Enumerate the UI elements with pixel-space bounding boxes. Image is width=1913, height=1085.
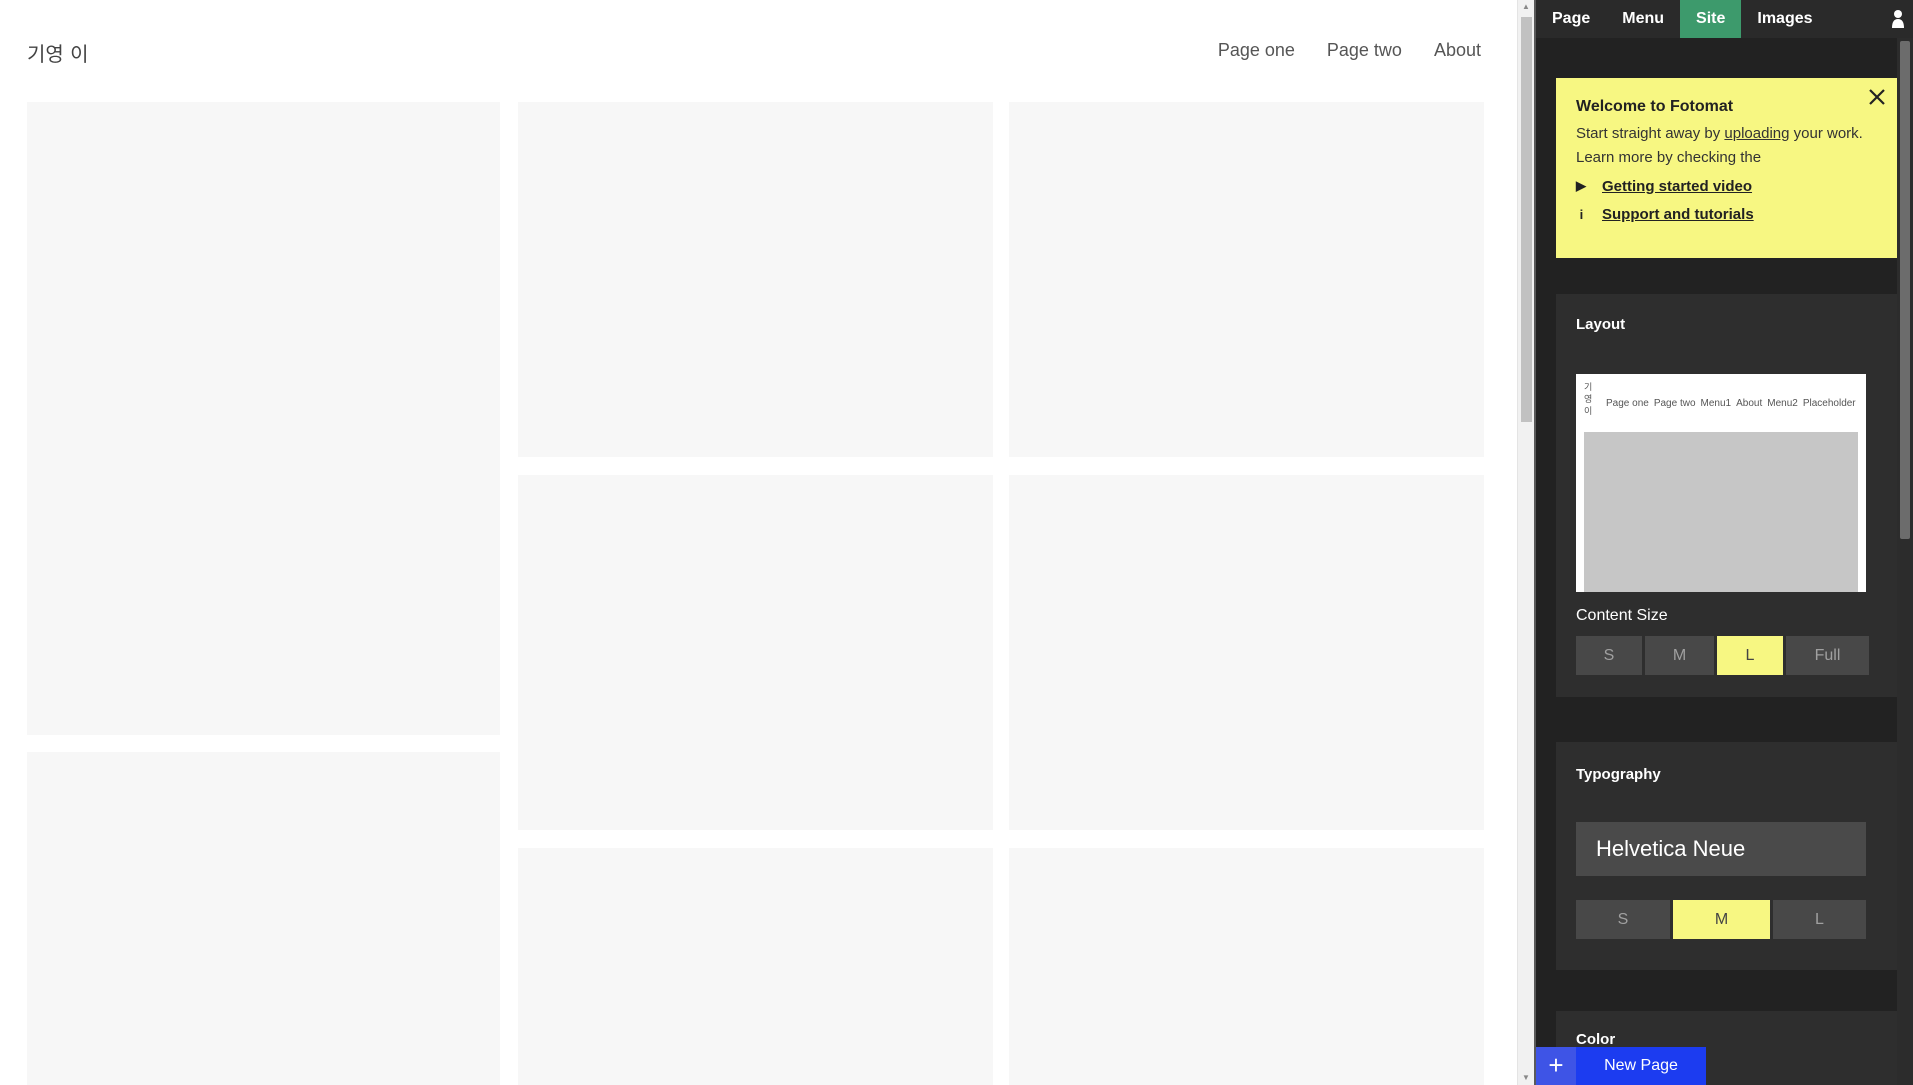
new-page-bar: + New Page bbox=[1536, 1047, 1706, 1085]
image-placeholder[interactable] bbox=[1009, 475, 1484, 830]
scroll-up-icon[interactable]: ▲ bbox=[1522, 3, 1530, 11]
site-preview: 기영 이 Page one Page two About bbox=[0, 0, 1517, 1085]
layout-preview[interactable]: 기 영 이 Page one Page two Menu1 About Menu… bbox=[1576, 374, 1866, 592]
uploading-link[interactable]: uploading bbox=[1724, 125, 1789, 142]
site-title[interactable]: 기영 이 bbox=[27, 38, 89, 67]
nav-link-about[interactable]: About bbox=[1434, 40, 1481, 61]
tab-menu[interactable]: Menu bbox=[1606, 0, 1680, 38]
nav-link-page-one[interactable]: Page one bbox=[1218, 40, 1295, 61]
layout-panel: Layout 기 영 이 Page one Page two Menu1 Abo… bbox=[1556, 294, 1897, 697]
image-placeholder[interactable] bbox=[1009, 102, 1484, 457]
font-size-l[interactable]: L bbox=[1773, 900, 1866, 939]
image-placeholder[interactable] bbox=[518, 848, 993, 1085]
content-size-selector: S M L Full bbox=[1576, 636, 1869, 675]
layout-preview-title: 기 영 이 bbox=[1584, 383, 1593, 417]
color-title: Color bbox=[1576, 1031, 1616, 1048]
content-size-s[interactable]: S bbox=[1576, 636, 1642, 675]
image-placeholder[interactable] bbox=[518, 475, 993, 830]
new-page-button[interactable]: New Page bbox=[1576, 1047, 1706, 1085]
close-icon[interactable] bbox=[1866, 86, 1888, 108]
user-icon[interactable] bbox=[1891, 9, 1905, 29]
scroll-down-icon[interactable]: ▼ bbox=[1522, 1074, 1530, 1082]
content-size-full[interactable]: Full bbox=[1786, 636, 1869, 675]
play-icon: ▶ bbox=[1576, 178, 1586, 193]
site-scrollbar[interactable]: ▲ ▼ bbox=[1517, 0, 1534, 1085]
layout-preview-nav-item: Page one bbox=[1606, 398, 1649, 409]
getting-started-video-link[interactable]: Getting started video bbox=[1602, 178, 1752, 195]
image-placeholder[interactable] bbox=[1009, 848, 1484, 1085]
layout-preview-image bbox=[1584, 432, 1858, 592]
font-size-s[interactable]: S bbox=[1576, 900, 1670, 939]
layout-preview-nav-item: Menu2 bbox=[1767, 398, 1798, 409]
font-size-selector: S M L bbox=[1576, 900, 1866, 939]
font-size-m[interactable]: M bbox=[1673, 900, 1770, 939]
image-placeholder[interactable] bbox=[27, 102, 500, 735]
layout-preview-nav-item: Page two bbox=[1653, 398, 1696, 409]
font-family-select[interactable]: Helvetica Neue bbox=[1576, 822, 1866, 876]
image-placeholder[interactable] bbox=[27, 752, 500, 1085]
sidebar-scrollbar-thumb[interactable] bbox=[1900, 41, 1910, 539]
site-scrollbar-thumb[interactable] bbox=[1521, 17, 1532, 422]
tab-page[interactable]: Page bbox=[1536, 0, 1606, 38]
layout-title: Layout bbox=[1576, 316, 1626, 333]
layout-preview-nav: Page one Page two Menu1 About Menu2 Plac… bbox=[1606, 398, 1856, 409]
support-tutorials-link[interactable]: Support and tutorials bbox=[1602, 206, 1754, 223]
site-nav: Page one Page two About bbox=[1218, 40, 1481, 61]
welcome-body-prefix: Start straight away by bbox=[1576, 125, 1725, 142]
welcome-body: Start straight away by uploading your wo… bbox=[1576, 122, 1877, 170]
layout-preview-nav-item: About bbox=[1736, 398, 1763, 409]
welcome-box: Welcome to Fotomat Start straight away b… bbox=[1556, 78, 1897, 258]
image-placeholder[interactable] bbox=[518, 102, 993, 457]
plus-icon[interactable]: + bbox=[1536, 1047, 1576, 1085]
content-size-m[interactable]: M bbox=[1645, 636, 1714, 675]
layout-preview-nav-item: Placeholder bbox=[1802, 398, 1856, 409]
layout-preview-nav-item: Menu1 bbox=[1700, 398, 1732, 409]
support-row: i Support and tutorials bbox=[1576, 202, 1877, 226]
content-size-label: Content Size bbox=[1576, 607, 1668, 624]
video-row: ▶ Getting started video bbox=[1576, 174, 1877, 198]
sidebar-tabs: Page Menu Site Images bbox=[1536, 0, 1913, 38]
sidebar-scrollbar[interactable] bbox=[1897, 38, 1913, 1085]
welcome-title: Welcome to Fotomat bbox=[1576, 98, 1734, 115]
tab-site[interactable]: Site bbox=[1680, 0, 1742, 38]
typography-title: Typography bbox=[1576, 766, 1661, 783]
tab-images[interactable]: Images bbox=[1741, 0, 1828, 38]
nav-link-page-two[interactable]: Page two bbox=[1327, 40, 1402, 61]
typography-panel: Typography Helvetica Neue S M L bbox=[1556, 742, 1897, 970]
info-icon: i bbox=[1576, 206, 1584, 222]
settings-sidebar: Page Menu Site Images Welcome to Fotomat… bbox=[1534, 0, 1913, 1085]
content-size-l[interactable]: L bbox=[1717, 636, 1783, 675]
